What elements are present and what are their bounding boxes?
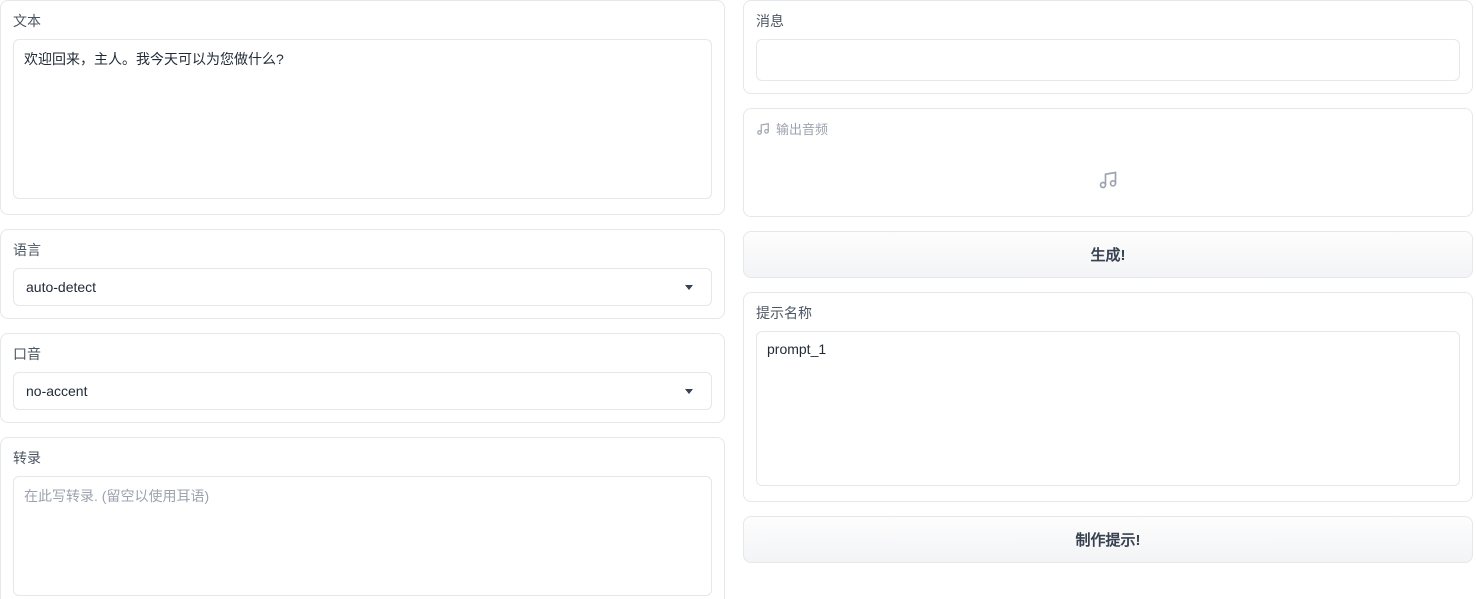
- generate-button[interactable]: 生成!: [743, 231, 1473, 278]
- language-label: 语言: [13, 240, 712, 260]
- accent-select[interactable]: no-accent: [13, 372, 712, 410]
- message-label: 消息: [756, 11, 1460, 31]
- chevron-down-icon: [685, 285, 693, 290]
- accent-label: 口音: [13, 344, 712, 364]
- transcript-input[interactable]: [13, 476, 712, 596]
- audio-output-panel: 输出音频: [743, 108, 1473, 217]
- accent-value: no-accent: [26, 383, 87, 399]
- message-input[interactable]: [756, 39, 1460, 81]
- language-select[interactable]: auto-detect: [13, 268, 712, 306]
- transcript-label: 转录: [13, 448, 712, 468]
- chevron-down-icon: [685, 389, 693, 394]
- message-panel: 消息: [743, 0, 1473, 94]
- music-icon: [1098, 170, 1118, 190]
- text-label: 文本: [13, 11, 712, 31]
- text-panel: 文本: [0, 0, 725, 215]
- audio-output-label: 输出音频: [776, 119, 828, 138]
- prompt-name-label: 提示名称: [756, 303, 1460, 323]
- language-panel: 语言 auto-detect: [0, 229, 725, 319]
- audio-output-placeholder: [756, 160, 1460, 200]
- language-value: auto-detect: [26, 279, 96, 295]
- text-input[interactable]: [13, 39, 712, 199]
- transcript-panel: 转录: [0, 437, 725, 599]
- prompt-name-input[interactable]: [756, 331, 1460, 486]
- make-prompt-button[interactable]: 制作提示!: [743, 516, 1473, 563]
- music-icon: [756, 122, 770, 136]
- prompt-name-panel: 提示名称: [743, 292, 1473, 502]
- accent-panel: 口音 no-accent: [0, 333, 725, 423]
